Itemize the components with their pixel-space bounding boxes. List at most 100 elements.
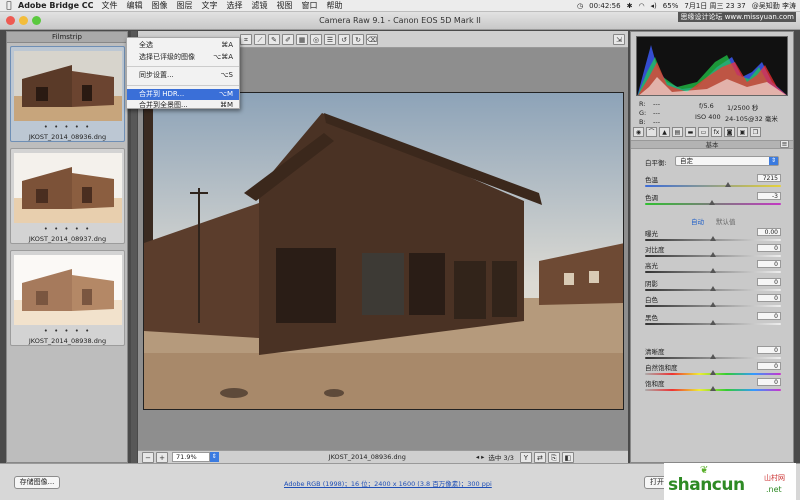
menu-item-sync-settings[interactable]: 同步设置... ⌥S	[127, 70, 239, 82]
slider-knob[interactable]	[710, 252, 716, 257]
menu-file[interactable]: 文件	[102, 0, 118, 11]
zoom-out-icon[interactable]: −	[142, 451, 154, 463]
slider-value[interactable]: 0	[757, 378, 781, 386]
hsl-icon[interactable]: ▤	[672, 127, 683, 137]
slider-knob[interactable]	[710, 320, 716, 325]
preview-image[interactable]	[143, 92, 624, 410]
zoom-dropdown-icon[interactable]: ⇕	[209, 452, 219, 462]
adjustment-slider[interactable]	[645, 320, 781, 325]
save-image-button[interactable]: 存储图像...	[14, 476, 60, 489]
menu-help[interactable]: 帮助	[327, 0, 343, 11]
tint-slider[interactable]	[645, 200, 781, 205]
clock-icon[interactable]: ◷	[577, 2, 583, 10]
adjustment-slider[interactable]	[645, 370, 781, 375]
slider-value[interactable]: 0	[757, 312, 781, 320]
spot-removal-icon[interactable]: ✎	[268, 33, 280, 45]
slider-value[interactable]: 0	[757, 346, 781, 354]
close-icon[interactable]	[6, 16, 15, 25]
menu-type[interactable]: 文字	[202, 0, 218, 11]
lens-corrections-icon[interactable]: ▭	[698, 127, 709, 137]
zoom-level[interactable]: 71.9%	[172, 452, 210, 462]
slider-value[interactable]: 0	[757, 260, 781, 268]
y-compare-icon[interactable]: Y	[519, 451, 532, 463]
slider-value[interactable]: 0	[757, 294, 781, 302]
filmstrip-item[interactable]: • • • • • JKOST_2014_08936.dng	[10, 46, 125, 142]
slider-knob[interactable]	[708, 200, 715, 205]
prev-image-icon[interactable]: ◂	[476, 453, 479, 461]
presets-icon[interactable]: ▣	[737, 127, 748, 137]
slider-knob[interactable]	[710, 286, 716, 291]
slider-value[interactable]: 0	[757, 278, 781, 286]
slider-value[interactable]: 0.00	[757, 228, 781, 236]
menu-item-merge-hdr[interactable]: 合并到 HDR... ⌥M	[127, 88, 239, 100]
app-name[interactable]: Adobe Bridge CC	[18, 1, 94, 10]
menu-item-select-rated[interactable]: 选择已评级的图像 ⌥⌘A	[127, 52, 239, 64]
white-balance-select[interactable]: 自定 ⇕	[675, 156, 779, 166]
menu-view[interactable]: 视图	[277, 0, 293, 11]
menu-layer[interactable]: 图层	[177, 0, 193, 11]
default-link[interactable]: 默认值	[716, 216, 736, 226]
slider-knob[interactable]	[710, 302, 716, 307]
bluetooth-icon[interactable]: ✱	[627, 2, 633, 10]
brush-icon[interactable]: ✐	[282, 33, 294, 45]
menu-filter[interactable]: 滤镜	[252, 0, 268, 11]
menu-edit[interactable]: 编辑	[127, 0, 143, 11]
menu-select[interactable]: 选择	[227, 0, 243, 11]
rating-dots[interactable]: • • • • •	[11, 327, 124, 335]
slider-knob[interactable]	[710, 268, 716, 273]
filmstrip-item[interactable]: • • • • • JKOST_2014_08938.dng	[10, 250, 125, 346]
workflow-options-link[interactable]: Adobe RGB (1998)；16 位；2400 x 1600 (3.8 百…	[284, 478, 492, 488]
fullscreen-icon[interactable]: ⇲	[613, 33, 625, 45]
battery-level[interactable]: 65%	[663, 2, 679, 10]
toggle-settings-icon[interactable]: ◧	[561, 451, 574, 463]
rotate-left-icon[interactable]: ↺	[338, 33, 350, 45]
crop-icon[interactable]: ⌗	[240, 33, 252, 45]
next-image-icon[interactable]: ▸	[481, 453, 484, 461]
preferences-icon[interactable]: ☰	[324, 33, 336, 45]
snapshots-icon[interactable]: ❐	[750, 127, 761, 137]
adjustment-slider[interactable]	[645, 302, 781, 307]
wifi-icon[interactable]: ◠	[638, 2, 644, 10]
volume-icon[interactable]: ◂)	[651, 2, 657, 10]
slider-knob[interactable]	[710, 386, 716, 391]
graduated-filter-icon[interactable]: ▦	[296, 33, 308, 45]
slider-knob[interactable]	[724, 182, 731, 187]
adjustment-slider[interactable]	[645, 268, 781, 273]
tone-curve-icon[interactable]: ⌒	[646, 127, 657, 137]
zoom-in-icon[interactable]: +	[156, 451, 168, 463]
slider-knob[interactable]	[710, 236, 716, 241]
rating-dots[interactable]: • • • • •	[11, 123, 124, 131]
adjustment-slider[interactable]	[645, 286, 781, 291]
basic-tab-icon[interactable]: ◉	[633, 127, 644, 137]
menu-item-select-all[interactable]: 全选 ⌘A	[127, 40, 239, 52]
straighten-icon[interactable]: ⟋	[254, 33, 266, 45]
slider-knob[interactable]	[710, 354, 716, 359]
menubar-user[interactable]: @吴知勤 李涛	[752, 1, 796, 11]
copy-settings-icon[interactable]: ⎘	[547, 451, 560, 463]
menu-image[interactable]: 图像	[152, 0, 168, 11]
adjustment-slider[interactable]	[645, 252, 781, 257]
apple-icon[interactable]: 	[0, 1, 18, 11]
adjustment-slider[interactable]	[645, 236, 781, 241]
filmstrip-item[interactable]: • • • • • JKOST_2014_08937.dng	[10, 148, 125, 244]
minimize-icon[interactable]	[19, 16, 28, 25]
adjustment-slider[interactable]	[645, 386, 781, 391]
trash-icon[interactable]: ⌫	[366, 33, 378, 45]
effects-icon[interactable]: fx	[711, 127, 722, 137]
menu-window[interactable]: 窗口	[302, 0, 318, 11]
rotate-right-icon[interactable]: ↻	[352, 33, 364, 45]
camera-calibration-icon[interactable]: ◙	[724, 127, 735, 137]
tint-value[interactable]: -3	[757, 192, 781, 200]
auto-link[interactable]: 自动	[691, 216, 704, 226]
zoom-icon[interactable]	[32, 16, 41, 25]
menu-item-merge-panorama[interactable]: 合并到全景图... ⌘M	[127, 100, 239, 112]
slider-value[interactable]: 0	[757, 362, 781, 370]
slider-value[interactable]: 0	[757, 244, 781, 252]
split-toning-icon[interactable]: ▬	[685, 127, 696, 137]
temperature-value[interactable]: 7215	[757, 174, 781, 182]
detail-icon[interactable]: ▲	[659, 127, 670, 137]
temperature-slider[interactable]	[645, 182, 781, 187]
swap-icon[interactable]: ⇄	[533, 451, 546, 463]
panel-menu-icon[interactable]: ≡	[780, 140, 789, 148]
adjustment-slider[interactable]	[645, 354, 781, 359]
